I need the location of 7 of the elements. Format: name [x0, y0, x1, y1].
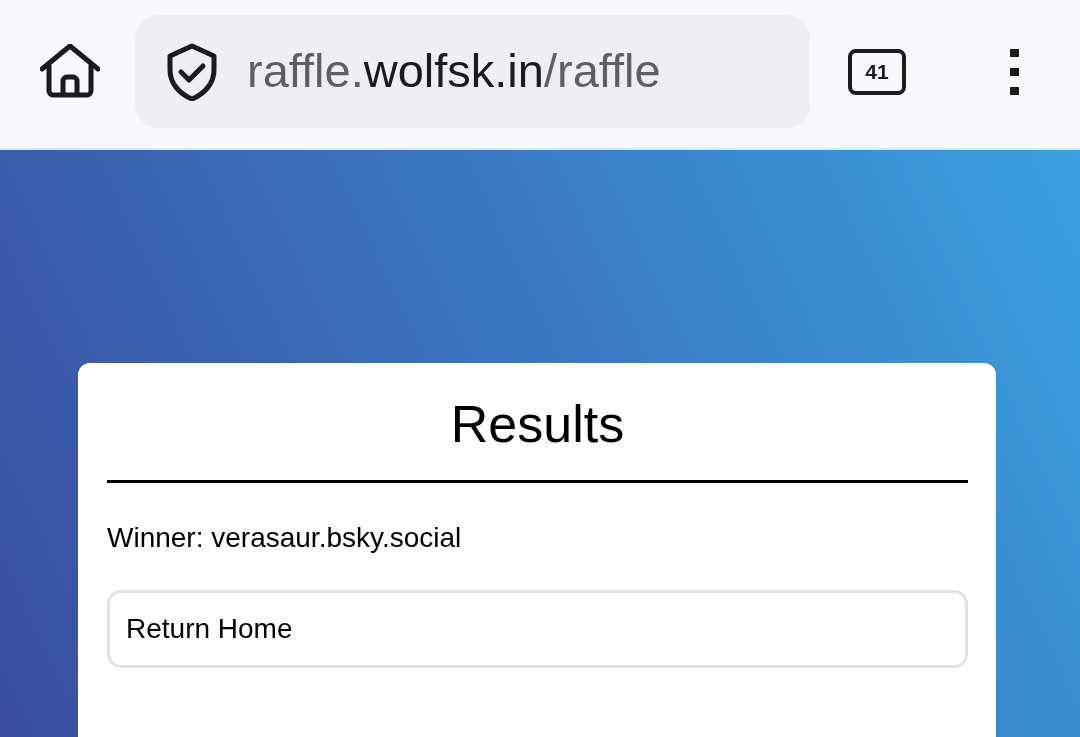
address-field[interactable]: raffle.wolfsk.in/raffle: [135, 15, 810, 128]
tab-count-button[interactable]: 41: [848, 48, 906, 95]
winner-text: Winner: verasaur.bsky.social: [107, 521, 463, 556]
results-title: Results: [449, 394, 626, 455]
home-icon[interactable]: [39, 44, 100, 99]
return-home-button[interactable]: Return Home: [107, 590, 968, 669]
menu-icon[interactable]: [1010, 48, 1019, 95]
